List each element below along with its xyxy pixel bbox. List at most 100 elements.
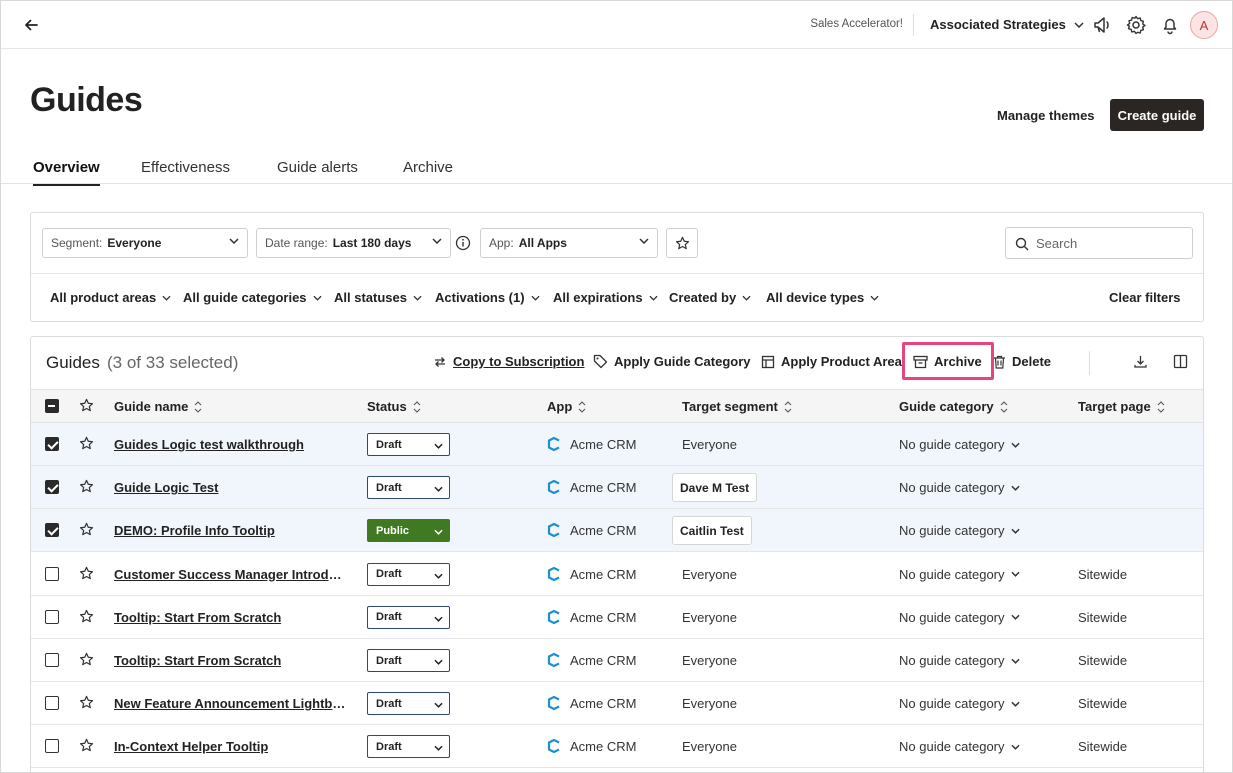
table-row[interactable]: New Feature Announcement Lightbox Draft Ac… [31, 682, 1203, 726]
sort-icon [1157, 400, 1165, 413]
status-dropdown[interactable]: Public [367, 519, 450, 543]
status-label: Draft [376, 697, 402, 710]
guide-category-dropdown[interactable]: No guide category [899, 696, 1020, 711]
select-all-checkbox[interactable] [45, 399, 59, 413]
activations-filter[interactable]: Activations (1) [435, 290, 540, 305]
statuses-filter[interactable]: All statuses [334, 290, 422, 305]
created-by-filter[interactable]: Created by [669, 290, 751, 305]
star-icon[interactable] [79, 522, 94, 537]
product-areas-filter[interactable]: All product areas [50, 290, 171, 305]
app-select[interactable]: App: All Apps [480, 228, 658, 258]
guide-name-link[interactable]: Tooltip: Start From Scratch [114, 653, 281, 668]
status-dropdown[interactable]: Draft [367, 562, 450, 586]
status-dropdown[interactable]: Draft [367, 735, 450, 759]
status-dropdown[interactable]: Draft [367, 649, 450, 672]
column-target-page[interactable]: Target page [1078, 399, 1165, 414]
status-dropdown[interactable]: Draft [367, 692, 450, 716]
table-row[interactable]: In-Context Helper Tooltip Draft Acme CRM Ev… [31, 725, 1203, 769]
apply-product-area-button[interactable]: Apply Product Area [761, 354, 902, 369]
download-icon[interactable] [1133, 354, 1148, 369]
table-row[interactable]: Customer Success Manager Introdu... Draft… [31, 553, 1203, 596]
guide-category-dropdown[interactable]: No guide category [899, 523, 1020, 538]
info-icon[interactable] [455, 235, 471, 251]
guide-name-link[interactable]: Customer Success Manager Introdu... [114, 567, 346, 582]
table-row[interactable]: Tooltip: Start From Scratch Draft Acme CRM… [31, 596, 1203, 639]
row-checkbox[interactable] [45, 437, 59, 451]
column-status[interactable]: Status [367, 399, 421, 414]
column-guide-name[interactable]: Guide name [114, 399, 202, 414]
delete-button[interactable]: Delete [993, 354, 1051, 369]
tab-effectiveness[interactable]: Effectiveness [141, 159, 230, 184]
guide-name-link[interactable]: New Feature Announcement Lightbox [114, 696, 346, 711]
org-switcher[interactable]: Associated Strategies [930, 17, 1084, 32]
star-icon[interactable] [79, 436, 94, 451]
apply-guide-category-button[interactable]: Apply Guide Category [593, 354, 751, 369]
segment-select[interactable]: Segment: Everyone [42, 228, 248, 258]
table-row[interactable]: Guides Logic test walkthrough Draft Acme C… [31, 423, 1203, 466]
status-dropdown[interactable]: Draft [367, 433, 450, 456]
status-dropdown[interactable]: Draft [367, 476, 450, 500]
guide-category-dropdown[interactable]: No guide category [899, 480, 1020, 495]
avatar[interactable]: A [1190, 11, 1218, 39]
segment-chip[interactable]: Caitlin Test [672, 516, 752, 546]
apply-guide-category-label: Apply Guide Category [614, 354, 751, 369]
row-checkbox[interactable] [45, 696, 59, 711]
guide-name-link[interactable]: Tooltip: Start From Scratch [114, 610, 281, 625]
row-checkbox[interactable] [45, 653, 59, 667]
segment-chip[interactable]: Dave M Test [672, 473, 758, 503]
column-guide-category[interactable]: Guide category [899, 399, 1008, 414]
column-target-segment[interactable]: Target segment [682, 399, 792, 414]
tab-guide-alerts[interactable]: Guide alerts [277, 159, 358, 184]
row-checkbox[interactable] [45, 523, 59, 538]
search-input[interactable] [1036, 235, 1176, 251]
clear-filters-button[interactable]: Clear filters [1109, 290, 1181, 305]
guide-category-dropdown[interactable]: No guide category [899, 437, 1020, 452]
column-app[interactable]: App [547, 399, 586, 414]
guide-category-dropdown[interactable]: No guide category [899, 567, 1020, 582]
archive-button[interactable]: Archive [913, 354, 982, 369]
star-icon[interactable] [79, 566, 94, 581]
date-range-select[interactable]: Date range: Last 180 days [256, 228, 451, 258]
table-row[interactable]: Tooltip: Start From Scratch Draft Acme CRM… [31, 639, 1203, 682]
device-types-filter[interactable]: All device types [766, 290, 879, 305]
guide-category-dropdown[interactable]: No guide category [899, 653, 1020, 668]
table-row[interactable]: Guide Logic Test Draft Acme CRM Dave M Test… [31, 466, 1203, 510]
star-icon[interactable] [79, 695, 94, 710]
row-checkbox[interactable] [45, 609, 59, 624]
copy-to-subscription-button[interactable]: Copy to Subscription [433, 354, 584, 369]
guide-name-link[interactable]: Guides Logic test walkthrough [114, 437, 304, 452]
tab-overview[interactable]: Overview [33, 159, 100, 186]
star-icon[interactable] [79, 398, 94, 413]
guide-category-dropdown[interactable]: No guide category [899, 739, 1020, 754]
app-name: Acme CRM [570, 523, 637, 539]
favorite-filter-button[interactable] [666, 228, 698, 258]
expirations-filter[interactable]: All expirations [553, 290, 658, 305]
chevron-down-icon [1010, 744, 1020, 750]
guide-categories-filter[interactable]: All guide categories [183, 290, 322, 305]
app-logo-icon [547, 523, 560, 538]
create-guide-button[interactable]: Create guide [1110, 99, 1204, 131]
star-icon[interactable] [79, 479, 94, 494]
sales-accelerator-link[interactable]: Sales Accelerator! [771, 18, 903, 30]
tab-archive[interactable]: Archive [403, 159, 453, 184]
date-range-label: Date range: [265, 236, 328, 250]
status-dropdown[interactable]: Draft [367, 605, 450, 629]
row-checkbox[interactable] [45, 566, 59, 581]
row-checkbox[interactable] [45, 739, 59, 754]
guide-name-link[interactable]: Guide Logic Test [114, 480, 219, 495]
gear-icon[interactable] [1125, 14, 1147, 36]
table-row[interactable]: DEMO: Profile Info Tooltip Public Acme CRM… [31, 509, 1203, 553]
star-icon[interactable] [79, 652, 94, 667]
star-icon[interactable] [79, 738, 94, 753]
columns-icon[interactable] [1173, 354, 1188, 369]
manage-themes-button[interactable]: Manage themes [987, 99, 1105, 131]
star-icon[interactable] [79, 609, 94, 624]
row-checkbox[interactable] [45, 480, 59, 495]
megaphone-icon[interactable] [1091, 14, 1113, 36]
back-arrow-icon[interactable] [21, 15, 41, 35]
guide-name-link[interactable]: DEMO: Profile Info Tooltip [114, 523, 275, 538]
guide-name-link[interactable]: In-Context Helper Tooltip [114, 739, 268, 754]
sort-icon [578, 400, 586, 413]
guide-category-dropdown[interactable]: No guide category [899, 610, 1020, 625]
bell-icon[interactable] [1159, 14, 1181, 36]
